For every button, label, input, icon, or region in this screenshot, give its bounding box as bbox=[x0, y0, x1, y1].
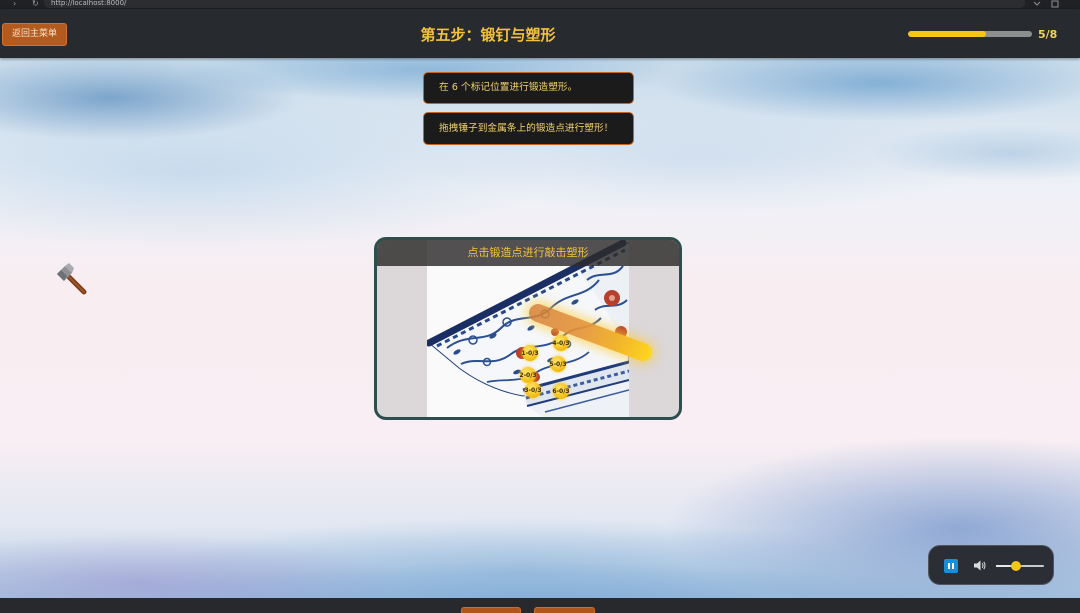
speaker-icon[interactable] bbox=[974, 560, 986, 571]
instruction-box-2: 拖拽锤子到金属条上的锻造点进行塑形！ bbox=[423, 112, 634, 145]
forge-point-2[interactable]: 2-0/3 bbox=[519, 367, 537, 383]
bottom-bar bbox=[0, 598, 1080, 613]
forward-icon[interactable]: › bbox=[13, 0, 16, 8]
browser-toolbar: › ↻ http://localhost:8000/ bbox=[0, 0, 1080, 9]
volume-knob[interactable] bbox=[1011, 561, 1022, 571]
step-title: 第五步：锻钉与塑形 bbox=[420, 26, 556, 44]
forge-point-1[interactable]: 1-0/3 bbox=[521, 345, 539, 361]
forge-panel: 1-0/3 2-0/3 3-0/3 4-0/3 5-0/3 6-0/3 点击锻造… bbox=[374, 237, 682, 420]
top-header: 返回主菜单 第五步：锻钉与塑形 5/8 bbox=[0, 9, 1080, 58]
volume-slider[interactable] bbox=[996, 561, 1044, 571]
extension-icon[interactable] bbox=[1033, 0, 1041, 9]
forge-panel-title: 点击锻造点进行敲击塑形 bbox=[377, 240, 679, 266]
address-bar[interactable]: http://localhost:8000/ bbox=[44, 0, 1025, 8]
back-to-menu-button[interactable]: 返回主菜单 bbox=[2, 23, 67, 46]
forge-point-label: 3-0/3 bbox=[524, 386, 542, 394]
forge-point-label: 6-0/3 bbox=[552, 387, 570, 395]
instruction-text: 拖拽锤子到金属条上的锻造点进行塑形！ bbox=[439, 123, 614, 134]
forge-point-label: 1-0/3 bbox=[521, 349, 539, 357]
external-link-icon[interactable] bbox=[1051, 0, 1060, 9]
progress-bar bbox=[908, 31, 1032, 37]
reload-icon[interactable]: ↻ bbox=[32, 0, 39, 8]
instruction-text: 在 6 个标记位置进行锻造塑形。 bbox=[439, 82, 578, 93]
forge-point-label: 2-0/3 bbox=[519, 371, 537, 379]
instruction-box-1: 在 6 个标记位置进行锻造塑形。 bbox=[423, 72, 634, 104]
pause-icon[interactable] bbox=[944, 559, 958, 573]
forge-point-3[interactable]: 3-0/3 bbox=[524, 382, 542, 398]
forge-point-label: 4-0/3 bbox=[552, 339, 570, 347]
forge-point-4[interactable]: 4-0/3 bbox=[552, 335, 570, 351]
url-text: http://localhost:8000/ bbox=[51, 0, 127, 7]
hammer-icon[interactable] bbox=[55, 263, 89, 297]
bottom-button-left[interactable] bbox=[461, 607, 521, 613]
forge-point-label: 5-0/3 bbox=[549, 360, 567, 368]
forge-point-6[interactable]: 6-0/3 bbox=[552, 383, 570, 399]
progress-text: 5/8 bbox=[1038, 28, 1058, 41]
bottom-button-right[interactable] bbox=[534, 607, 595, 613]
forge-point-5[interactable]: 5-0/3 bbox=[549, 356, 567, 372]
progress-fill bbox=[908, 31, 986, 37]
audio-control bbox=[928, 545, 1054, 585]
